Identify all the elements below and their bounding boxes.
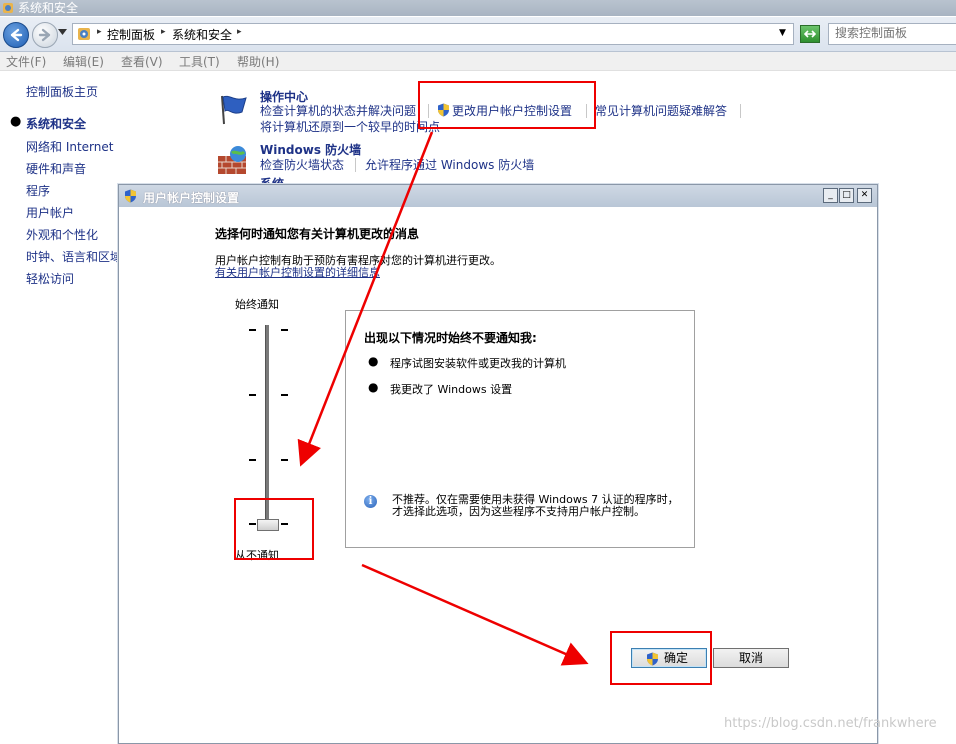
slider-top-label: 始终通知	[235, 298, 279, 311]
link-separator	[740, 104, 741, 118]
dialog-heading: 选择何时通知您有关计算机更改的消息	[215, 227, 420, 241]
dialog-titlebar: 用户帐户控制设置 _ □ ✕	[119, 185, 877, 207]
slider-tick	[249, 394, 256, 396]
annotation-box-ok	[610, 631, 712, 685]
menu-help[interactable]: 帮助(H)	[237, 53, 279, 70]
slider-tick	[249, 459, 256, 461]
refresh-icon	[803, 30, 817, 38]
info-heading: 出现以下情况时始终不要通知我:	[364, 331, 537, 345]
dialog-title: 用户帐户控制设置	[143, 191, 240, 205]
firewall-icon	[218, 146, 246, 174]
check-status-link[interactable]: 检查计算机的状态并解决问题	[260, 102, 416, 119]
menu-bar: 文件(F) 编辑(E) 查看(V) 工具(T) 帮助(H)	[0, 52, 956, 71]
not-recommended-note: 不推荐。仅在需要使用未获得 Windows 7 认证的程序时，才选择此选项，因为…	[392, 493, 679, 518]
forward-button[interactable]	[32, 22, 58, 48]
watermark: https://blog.csdn.net/frankwhere	[724, 716, 937, 731]
slider-tick	[281, 394, 288, 396]
action-center-flag-icon	[221, 95, 247, 125]
sidebar-item-clock-region[interactable]: 时钟、语言和区域	[26, 248, 120, 265]
uac-slider-track[interactable]	[265, 325, 269, 521]
sidebar-item-network[interactable]: 网络和 Internet	[26, 138, 113, 155]
annotation-box-slider	[234, 498, 314, 560]
address-field[interactable]: ▸ 控制面板 ▸ 系统和安全 ▸ ▼	[72, 23, 794, 45]
system-title[interactable]: 系统	[260, 175, 284, 184]
chevron-right-icon[interactable]: ▸	[237, 27, 242, 37]
restore-link[interactable]: 将计算机还原到一个较早的时间点	[260, 118, 440, 135]
menu-file[interactable]: 文件(F)	[6, 53, 46, 70]
cancel-button[interactable]: 取消	[713, 648, 789, 668]
window-title: 系统和安全	[18, 1, 79, 15]
info-item: 我更改了 Windows 设置	[390, 383, 513, 396]
control-panel-icon	[78, 28, 90, 40]
uac-details-link[interactable]: 有关用户帐户控制设置的详细信息	[215, 264, 380, 280]
troubleshoot-link[interactable]: 常见计算机问题疑难解答	[595, 102, 727, 119]
sidebar-item-hardware[interactable]: 硬件和声音	[26, 160, 86, 177]
sidebar-item-ease-of-access[interactable]: 轻松访问	[26, 270, 74, 287]
bullet: ●	[368, 354, 379, 368]
uac-shield-icon	[125, 189, 136, 203]
sidebar-item-programs[interactable]: 程序	[26, 182, 50, 199]
sidebar-home-link[interactable]: 控制面板主页	[26, 83, 98, 100]
info-item: 程序试图安装软件或更改我的计算机	[390, 357, 566, 370]
breadcrumb-control-panel[interactable]: 控制面板	[107, 26, 155, 43]
maximize-button[interactable]: □	[839, 188, 854, 203]
window-titlebar: 系统和安全	[0, 0, 956, 16]
chevron-right-icon[interactable]: ▸	[97, 27, 102, 37]
minimize-button[interactable]: _	[823, 188, 838, 203]
arrow-right-icon	[38, 28, 51, 42]
sidebar-item-appearance[interactable]: 外观和个性化	[26, 226, 98, 243]
annotation-box-uac-link	[418, 81, 596, 129]
menu-view[interactable]: 查看(V)	[121, 53, 163, 70]
chevron-right-icon[interactable]: ▸	[161, 27, 166, 37]
slider-tick	[281, 459, 288, 461]
refresh-button[interactable]	[800, 25, 820, 43]
menu-edit[interactable]: 编辑(E)	[63, 53, 104, 70]
menu-tools[interactable]: 工具(T)	[179, 53, 220, 70]
allow-program-link[interactable]: 允许程序通过 Windows 防火墙	[365, 156, 534, 173]
info-icon: i	[364, 495, 377, 508]
setting-info-panel: 出现以下情况时始终不要通知我: ● 程序试图安装软件或更改我的计算机 ● 我更改…	[345, 310, 695, 548]
arrow-left-icon	[10, 28, 23, 42]
bullet: ●	[368, 380, 379, 394]
slider-tick	[281, 329, 288, 331]
firewall-status-link[interactable]: 检查防火墙状态	[260, 156, 344, 173]
address-dropdown-icon[interactable]: ▼	[779, 28, 786, 38]
search-box[interactable]	[828, 23, 956, 45]
back-button[interactable]	[3, 22, 29, 48]
control-panel-icon	[3, 3, 13, 13]
history-dropdown-icon[interactable]	[58, 29, 67, 35]
sidebar-item-user-accounts[interactable]: 用户帐户	[26, 204, 74, 221]
close-button[interactable]: ✕	[857, 188, 872, 203]
current-item-bullet: ●	[10, 114, 22, 129]
sidebar-item-system-security[interactable]: 系统和安全	[26, 115, 86, 132]
breadcrumb-system-security[interactable]: 系统和安全	[172, 26, 232, 43]
link-separator	[355, 158, 356, 172]
uac-settings-dialog: 用户帐户控制设置 _ □ ✕ 选择何时通知您有关计算机更改的消息 用户帐户控制有…	[118, 184, 878, 744]
address-toolbar: ▸ 控制面板 ▸ 系统和安全 ▸ ▼	[0, 17, 956, 52]
slider-tick	[249, 329, 256, 331]
search-input[interactable]	[835, 24, 953, 42]
